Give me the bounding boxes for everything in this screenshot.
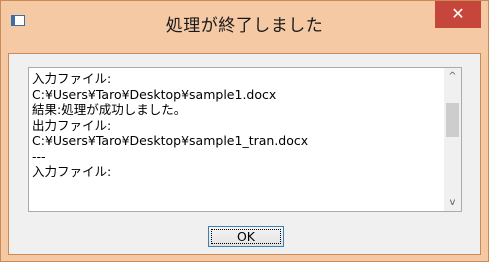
message-line: 入力ファイル: bbox=[32, 164, 112, 179]
message-content: 入力ファイル: C:¥Users¥Taro¥Desktop¥sample1.do… bbox=[32, 71, 440, 180]
vertical-scrollbar[interactable]: ^ v bbox=[444, 68, 461, 211]
close-button[interactable]: ✕ bbox=[435, 1, 481, 28]
title-bar[interactable]: 処理が終了しました ✕ bbox=[1, 1, 488, 53]
scrollbar-thumb[interactable] bbox=[446, 103, 459, 137]
window-title: 処理が終了しました bbox=[165, 16, 324, 36]
message-line: 結果:処理が成功しました。 bbox=[32, 102, 187, 117]
message-line: C:¥Users¥Taro¥Desktop¥sample1_tran.docx bbox=[32, 133, 309, 148]
message-line: --- bbox=[32, 148, 46, 164]
message-line: 出力ファイル: bbox=[32, 117, 112, 133]
dialog-window: 処理が終了しました ✕ 入力ファイル: C:¥Users¥Taro¥Deskto… bbox=[0, 0, 489, 262]
message-line: C:¥Users¥Taro¥Desktop¥sample1.docx bbox=[32, 86, 277, 102]
chevron-down-icon[interactable]: v bbox=[444, 194, 461, 211]
message-line: 入力ファイル: bbox=[32, 71, 112, 86]
ok-button[interactable]: OK bbox=[208, 226, 284, 247]
message-textbox[interactable]: 入力ファイル: C:¥Users¥Taro¥Desktop¥sample1.do… bbox=[28, 67, 462, 212]
dialog-body: 入力ファイル: C:¥Users¥Taro¥Desktop¥sample1.do… bbox=[8, 53, 481, 255]
chevron-up-icon[interactable]: ^ bbox=[444, 68, 461, 85]
